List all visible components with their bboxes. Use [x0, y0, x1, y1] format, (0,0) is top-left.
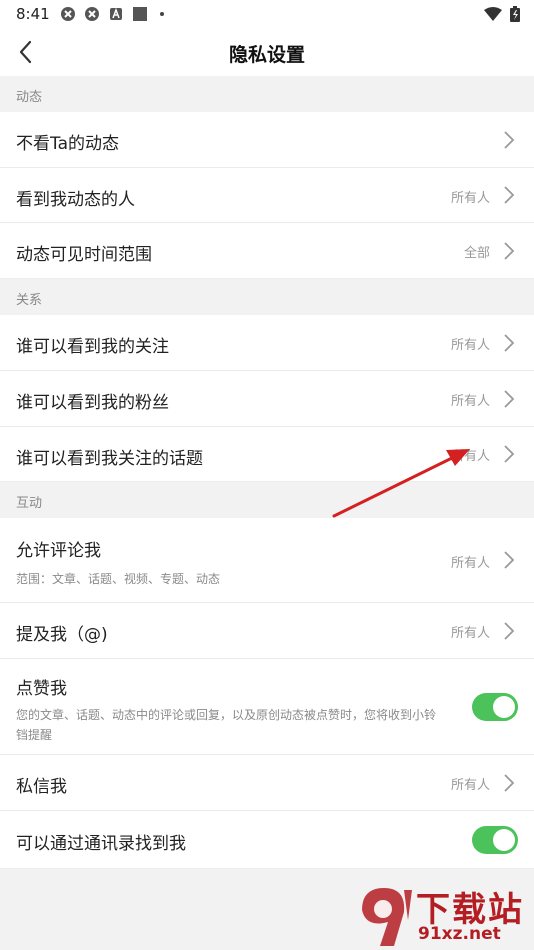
chevron-right-icon	[504, 445, 515, 463]
row-label: 看到我动态的人	[16, 190, 135, 210]
row-who-sees-my-following[interactable]: 谁可以看到我的关注 所有人	[0, 315, 534, 371]
chevron-right-icon	[504, 390, 515, 408]
row-find-by-contacts: 可以通过通讯录找到我	[0, 811, 534, 869]
page-title: 隐私设置	[228, 44, 305, 66]
row-value: 所有人	[450, 338, 490, 353]
system-status-icons	[484, 6, 520, 22]
toggle-knob	[493, 696, 515, 718]
row-label: 允许评论我	[16, 541, 101, 561]
toggle-knob	[493, 829, 515, 851]
nav-bar: 隐私设置	[0, 28, 534, 77]
row-label: 谁可以看到我的粉丝	[16, 393, 169, 413]
watermark-url: 91xz.net	[418, 924, 501, 944]
chevron-right-icon	[504, 186, 515, 204]
chevron-right-icon	[504, 551, 515, 569]
row-value: 所有人	[450, 556, 490, 571]
notification-icons	[60, 6, 164, 22]
row-label: 动态可见时间范围	[16, 245, 152, 265]
row-label: 不看Ta的动态	[16, 134, 119, 154]
row-label: 点赞我	[16, 679, 67, 699]
wifi-icon	[484, 7, 502, 21]
row-value: 全部	[463, 246, 490, 261]
row-value: 所有人	[450, 394, 490, 409]
row-who-sees-my-fans[interactable]: 谁可以看到我的粉丝 所有人	[0, 371, 534, 427]
row-who-sees-my-topics[interactable]: 谁可以看到我关注的话题 所有人	[0, 427, 534, 482]
chevron-right-icon	[504, 334, 515, 352]
row-allow-comments[interactable]: 允许评论我 范围：文章、话题、视频、专题、动态 所有人	[0, 518, 534, 603]
more-notifications-dot	[160, 12, 164, 16]
chevron-right-icon	[504, 131, 515, 149]
app-notification-icon	[61, 7, 75, 21]
square-notification-icon	[133, 7, 147, 21]
row-private-message[interactable]: 私信我 所有人	[0, 755, 534, 811]
row-value: 所有人	[450, 449, 490, 464]
row-label: 私信我	[16, 777, 67, 797]
row-label: 提及我（@)	[16, 625, 108, 645]
row-label: 谁可以看到我关注的话题	[16, 449, 203, 469]
row-label: 谁可以看到我的关注	[16, 337, 169, 357]
row-who-sees-my-dynamics[interactable]: 看到我动态的人 所有人	[0, 168, 534, 223]
chevron-right-icon	[504, 242, 515, 260]
row-subtitle: 范围：文章、话题、视频、专题、动态	[16, 572, 221, 586]
status-time: 8:41	[16, 5, 50, 23]
font-notification-icon	[110, 7, 122, 20]
contacts-toggle[interactable]	[472, 826, 518, 854]
watermark: 下载站 91xz.net	[354, 880, 534, 950]
row-value: 所有人	[450, 778, 490, 793]
row-dynamics-time-range[interactable]: 动态可见时间范围 全部	[0, 223, 534, 279]
section-header-relations: 关系	[0, 279, 534, 315]
status-bar: 8:41	[0, 0, 534, 28]
battery-icon	[510, 6, 520, 22]
row-hide-their-dynamics[interactable]: 不看Ta的动态	[0, 112, 534, 168]
section-header-dynamics: 动态	[0, 76, 534, 112]
row-subtitle: 您的文章、话题、动态中的评论或回复，以及原创动态被点赞时，您将收到小铃铛提醒	[16, 708, 437, 742]
row-label: 可以通过通讯录找到我	[16, 834, 186, 854]
row-mentions[interactable]: 提及我（@) 所有人	[0, 603, 534, 659]
watermark-logo-icon	[362, 888, 412, 946]
row-value: 所有人	[450, 191, 490, 206]
likes-toggle[interactable]	[472, 693, 518, 721]
row-value: 所有人	[450, 626, 490, 641]
chevron-right-icon	[504, 622, 515, 640]
chevron-right-icon	[504, 774, 515, 792]
section-header-interaction: 互动	[0, 482, 534, 518]
row-likes: 点赞我 您的文章、话题、动态中的评论或回复，以及原创动态被点赞时，您将收到小铃铛…	[0, 659, 534, 755]
app-notification-icon	[85, 7, 99, 21]
